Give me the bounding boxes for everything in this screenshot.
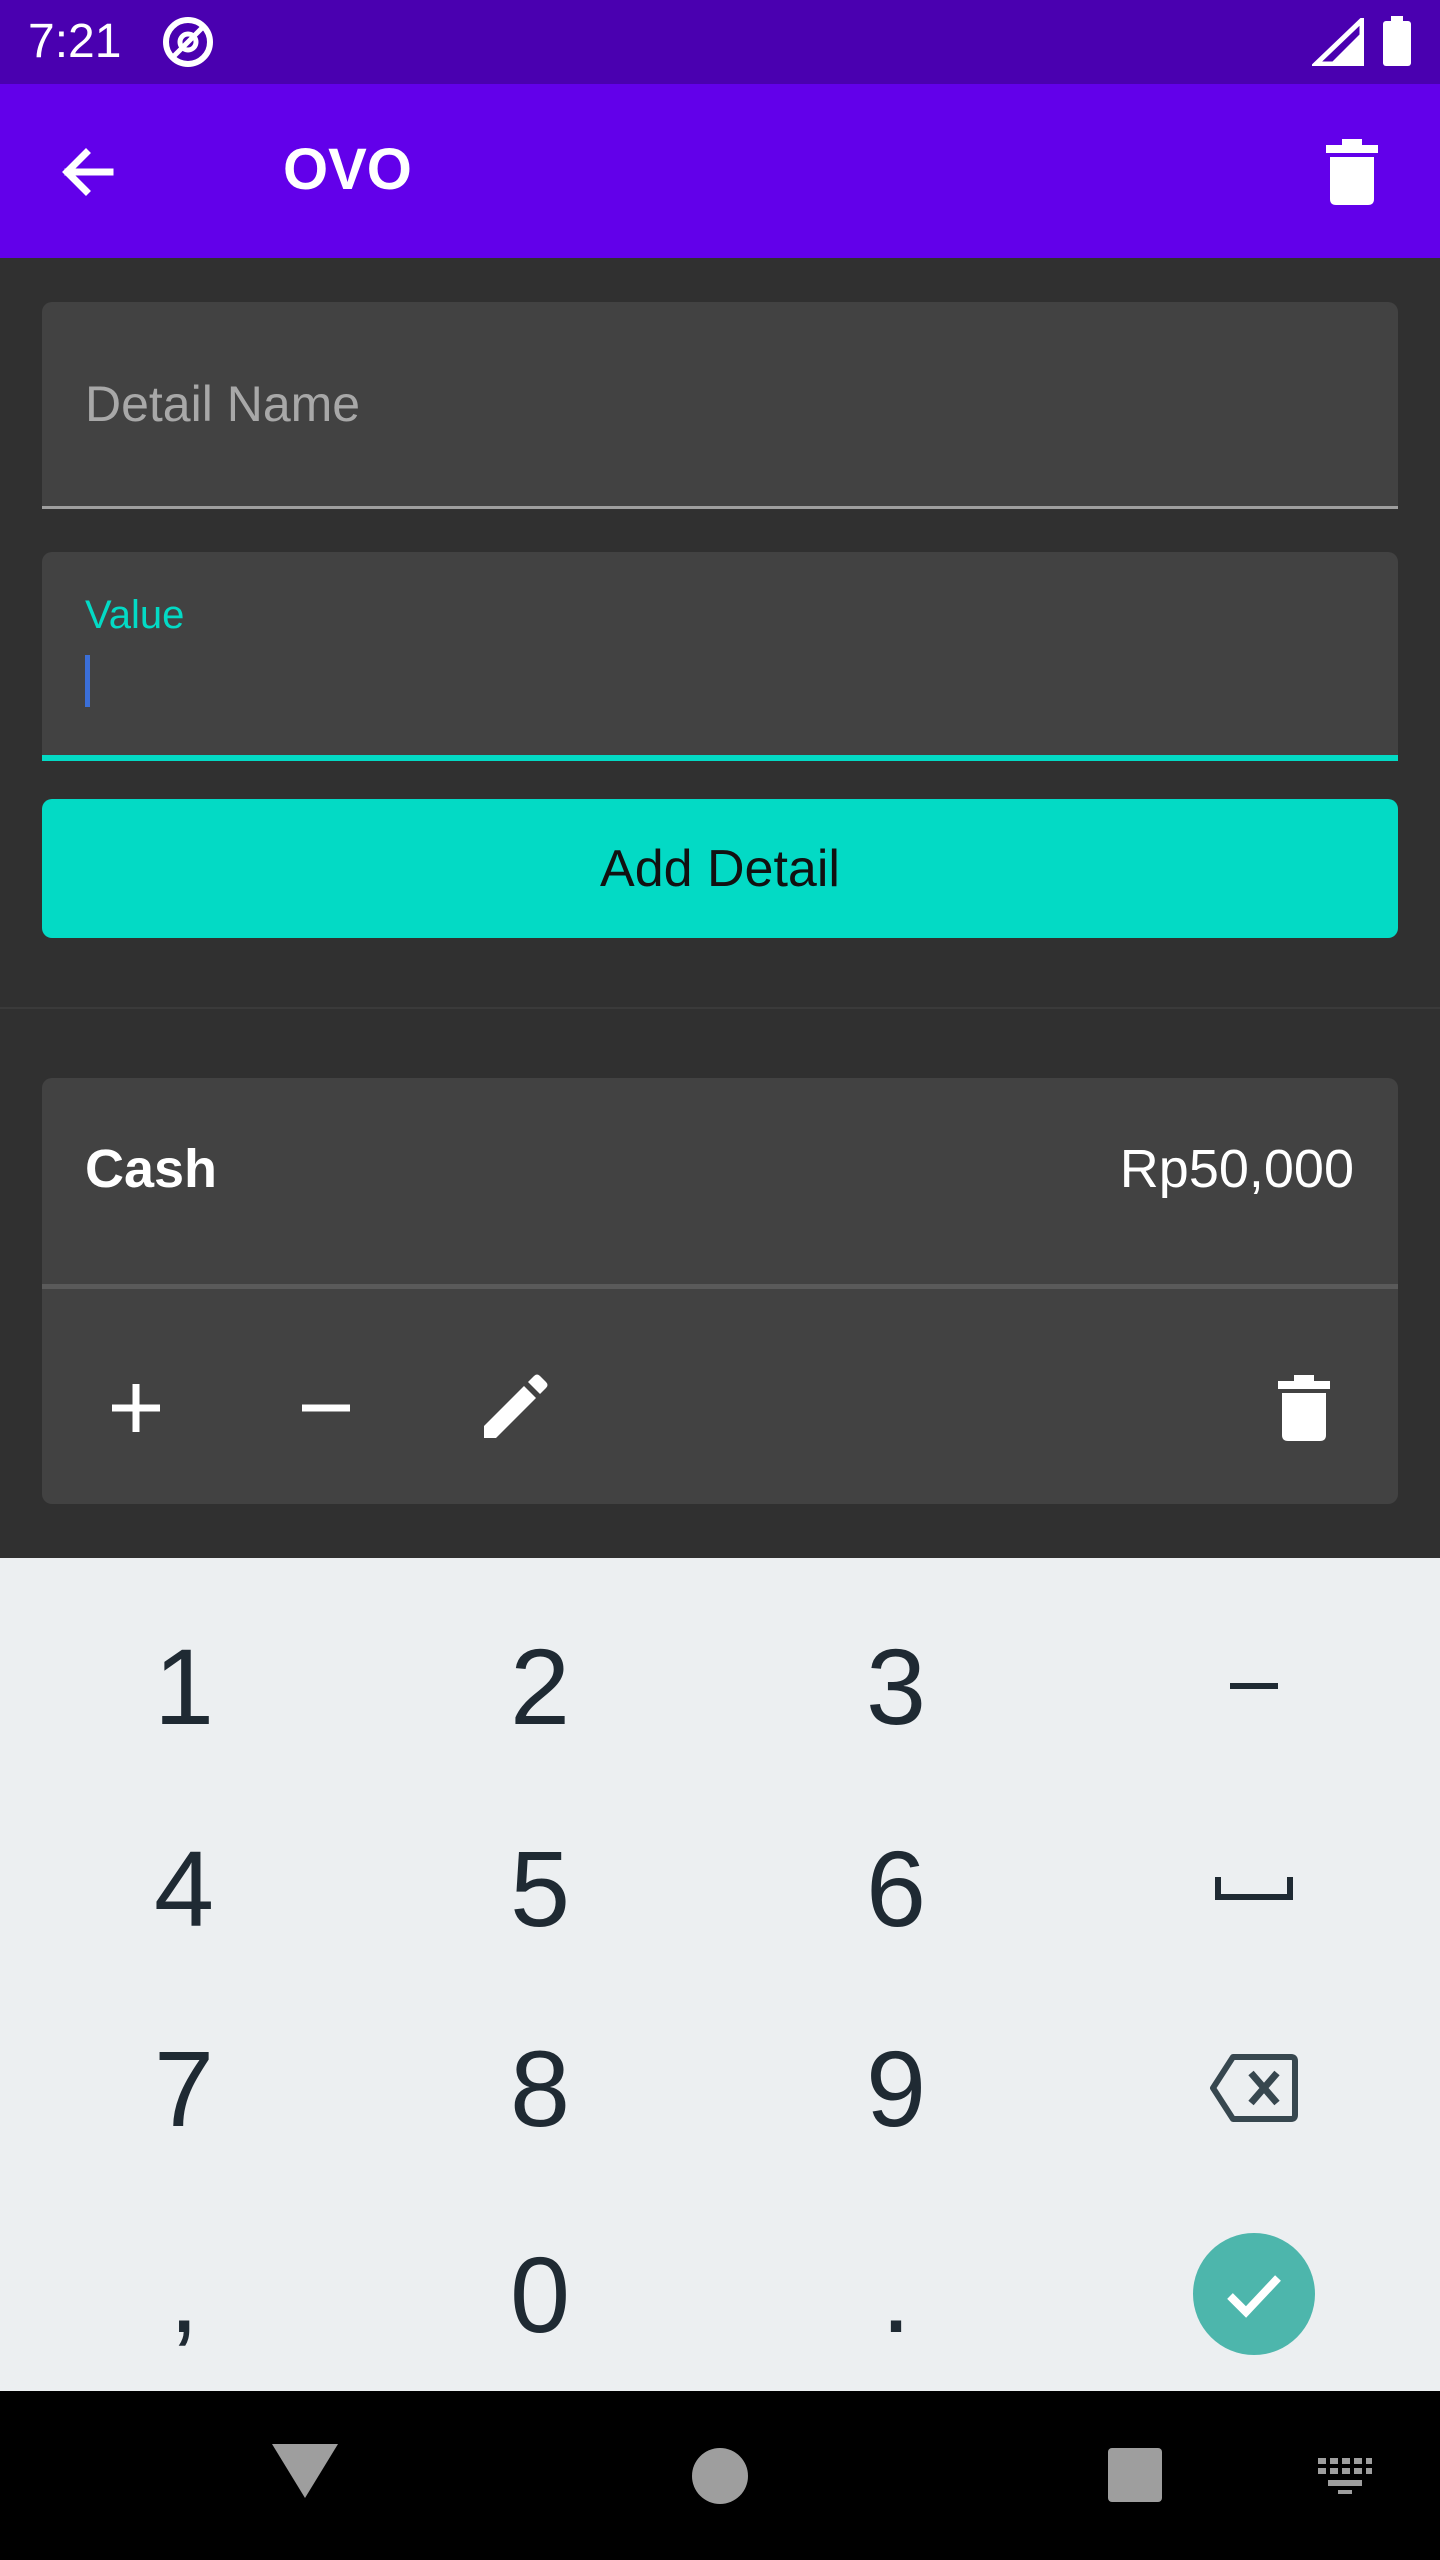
key-period[interactable]: . bbox=[718, 2194, 1074, 2394]
battery-icon bbox=[1382, 16, 1412, 66]
delete-account-button[interactable] bbox=[1300, 124, 1404, 220]
checkmark-icon bbox=[1227, 2275, 1281, 2318]
key-0[interactable]: 0 bbox=[362, 2194, 718, 2394]
key-backspace[interactable] bbox=[1076, 1988, 1432, 2188]
confirm-button[interactable] bbox=[1193, 2233, 1315, 2355]
trash-icon bbox=[1278, 1375, 1330, 1441]
increment-button[interactable] bbox=[88, 1360, 184, 1456]
signal-icon bbox=[1309, 14, 1365, 67]
pencil-icon bbox=[484, 1374, 548, 1438]
numeric-keyboard: 1 2 3 4 5 6 7 8 9 , 0 . bbox=[0, 1558, 1440, 2391]
value-field[interactable] bbox=[42, 552, 1398, 761]
key-space[interactable] bbox=[1076, 1788, 1432, 1988]
add-detail-button[interactable]: Add Detail bbox=[42, 799, 1398, 938]
key-2[interactable]: 2 bbox=[362, 1586, 718, 1786]
key-5[interactable]: 5 bbox=[362, 1788, 718, 1988]
at-sign-icon bbox=[160, 14, 216, 70]
detail-value: Rp50,000 bbox=[1119, 1139, 1354, 1199]
plus-icon bbox=[112, 1384, 160, 1432]
key-7[interactable]: 7 bbox=[6, 1988, 362, 2188]
text-cursor bbox=[85, 655, 90, 707]
key-9[interactable]: 9 bbox=[718, 1988, 1074, 2188]
key-1[interactable]: 1 bbox=[6, 1586, 362, 1786]
trash-icon bbox=[1326, 139, 1378, 205]
backspace-icon bbox=[1210, 2054, 1298, 2122]
key-comma[interactable]: , bbox=[6, 2194, 362, 2394]
nav-home-icon[interactable] bbox=[692, 2448, 748, 2504]
edit-button[interactable] bbox=[466, 1360, 562, 1456]
nav-back-icon[interactable] bbox=[268, 2440, 342, 2504]
app-bar bbox=[0, 84, 1440, 258]
nav-recents-icon[interactable] bbox=[1108, 2448, 1162, 2502]
minus-icon bbox=[302, 1404, 350, 1412]
key-done[interactable] bbox=[1076, 2194, 1432, 2394]
card-divider bbox=[42, 1284, 1398, 1289]
space-icon bbox=[1215, 1877, 1293, 1900]
detail-name: Cash bbox=[85, 1139, 218, 1199]
section-divider bbox=[0, 1007, 1440, 1009]
key-6[interactable]: 6 bbox=[718, 1788, 1074, 1988]
status-bar bbox=[0, 0, 1440, 84]
keyboard-switch-icon[interactable] bbox=[1316, 2456, 1374, 2496]
delete-detail-button[interactable] bbox=[1256, 1360, 1352, 1456]
detail-name-placeholder: Detail Name bbox=[85, 376, 361, 432]
value-field-label: Value bbox=[85, 593, 185, 637]
back-button[interactable] bbox=[48, 124, 128, 220]
arrow-left-icon bbox=[62, 148, 114, 196]
decrement-button[interactable] bbox=[278, 1360, 374, 1456]
minus-key-icon bbox=[1230, 1683, 1278, 1689]
key-8[interactable]: 8 bbox=[362, 1988, 718, 2188]
key-4[interactable]: 4 bbox=[6, 1788, 362, 1988]
key-minus[interactable] bbox=[1076, 1586, 1432, 1786]
status-time: 7:21 bbox=[28, 15, 122, 68]
key-3[interactable]: 3 bbox=[718, 1586, 1074, 1786]
page-title: OVO bbox=[283, 137, 412, 202]
